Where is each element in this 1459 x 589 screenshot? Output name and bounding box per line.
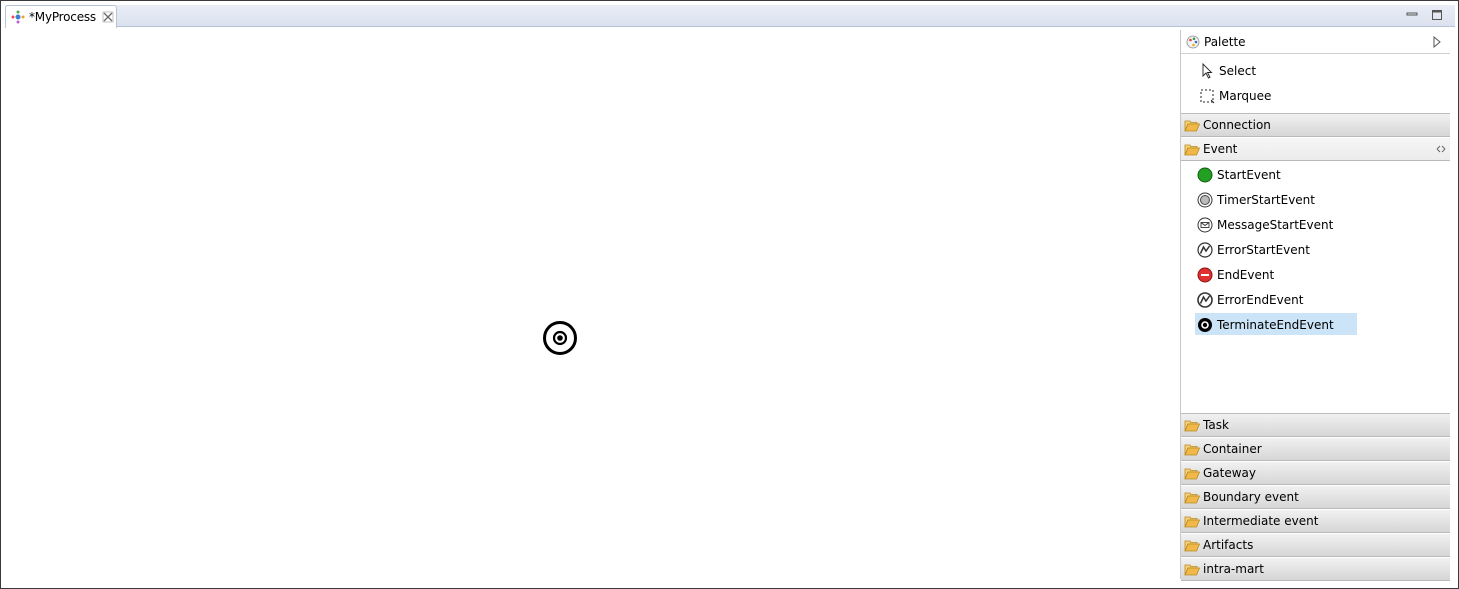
palette-item-error-start-event[interactable]: ErrorStartEvent (1181, 237, 1450, 262)
palette-item-label: TerminateEndEvent (1217, 317, 1334, 332)
palette-item-label: StartEvent (1217, 167, 1281, 182)
error-end-event-icon (1197, 291, 1213, 308)
end-event-icon (1197, 267, 1213, 282)
drawer-label: Artifacts (1203, 538, 1254, 552)
drawer-label: intra-mart (1203, 562, 1264, 576)
marquee-icon (1200, 89, 1215, 103)
palette-item-timer-start-event[interactable]: TimerStartEvent (1181, 187, 1450, 212)
drawer-container[interactable]: Container (1181, 437, 1450, 461)
folder-open-icon (1184, 144, 1200, 155)
folder-open-icon (1184, 516, 1200, 527)
diagram-canvas[interactable] (5, 28, 1179, 584)
folder-open-icon (1184, 120, 1200, 131)
arrow-cursor-icon (1202, 62, 1213, 79)
drawer-label: Intermediate event (1203, 514, 1319, 528)
drawer-intra-mart[interactable]: intra-mart (1181, 557, 1450, 581)
palette-item-label: TimerStartEvent (1217, 192, 1315, 207)
drawer-gateway[interactable]: Gateway (1181, 461, 1450, 485)
palette-item-start-event[interactable]: StartEvent (1181, 162, 1450, 187)
palette-icon (1186, 35, 1200, 48)
drawer-label: Event (1203, 142, 1238, 156)
collapse-arrow-icon[interactable] (1432, 36, 1442, 48)
drawer-boundary-event[interactable]: Boundary event (1181, 485, 1450, 509)
start-event-icon (1197, 167, 1213, 182)
drawer-label: Task (1203, 418, 1229, 432)
drawer-label: Connection (1203, 118, 1271, 132)
message-start-event-icon (1197, 217, 1213, 232)
editor-window: *MyProcess Palette Select Marquee Connec… (0, 0, 1459, 589)
terminate-end-event-icon (1198, 317, 1212, 332)
tab-title: *MyProcess (29, 10, 96, 24)
drawer-label: Container (1203, 442, 1262, 456)
folder-open-icon (1184, 468, 1200, 479)
palette-item-message-start-event[interactable]: MessageStartEvent (1181, 212, 1450, 237)
drawer-label: Gateway (1203, 466, 1257, 480)
palette-item-label: ErrorStartEvent (1217, 242, 1310, 257)
drawer-intermediate-event[interactable]: Intermediate event (1181, 509, 1450, 533)
palette-item-label: ErrorEndEvent (1217, 292, 1304, 307)
timer-start-event-icon (1197, 192, 1213, 207)
select-tool-label: Select (1219, 63, 1257, 78)
folder-open-icon (1184, 564, 1200, 575)
palette-item-end-event[interactable]: EndEvent (1181, 262, 1450, 287)
drawer-connection[interactable]: Connection (1181, 113, 1450, 137)
palette-item-terminate-end-event[interactable]: TerminateEndEvent (1181, 312, 1450, 337)
drawer-event[interactable]: Event (1181, 137, 1450, 161)
palette-header[interactable]: Palette (1181, 30, 1450, 54)
process-diagram-icon (11, 10, 25, 24)
pin-icon[interactable] (1436, 145, 1446, 153)
editor-tab-bar: *MyProcess (5, 5, 1455, 28)
palette-panel: Palette Select Marquee Connection Event … (1180, 30, 1450, 581)
palette-item-error-end-event[interactable]: ErrorEndEvent (1181, 287, 1450, 312)
terminate-end-event-node[interactable] (542, 320, 578, 356)
event-drawer-body: StartEvent TimerStartEvent MessageStartE… (1181, 161, 1450, 413)
select-tool[interactable]: Select (1181, 58, 1450, 83)
drawer-task[interactable]: Task (1181, 413, 1450, 437)
palette-item-label: EndEvent (1217, 267, 1275, 282)
folder-open-icon (1184, 492, 1200, 503)
folder-open-icon (1184, 540, 1200, 551)
drawer-artifacts[interactable]: Artifacts (1181, 533, 1450, 557)
folder-open-icon (1184, 444, 1200, 455)
palette-title: Palette (1204, 34, 1246, 49)
marquee-tool[interactable]: Marquee (1181, 83, 1450, 108)
minimize-icon[interactable] (1405, 8, 1419, 22)
error-start-event-icon (1197, 241, 1213, 258)
marquee-tool-label: Marquee (1219, 88, 1272, 103)
palette-item-label: MessageStartEvent (1217, 217, 1334, 232)
folder-open-icon (1184, 420, 1200, 431)
maximize-icon[interactable] (1430, 8, 1444, 22)
tab-myprocess[interactable]: *MyProcess (5, 5, 117, 28)
drawer-label: Boundary event (1203, 490, 1299, 504)
close-icon[interactable] (102, 11, 114, 23)
